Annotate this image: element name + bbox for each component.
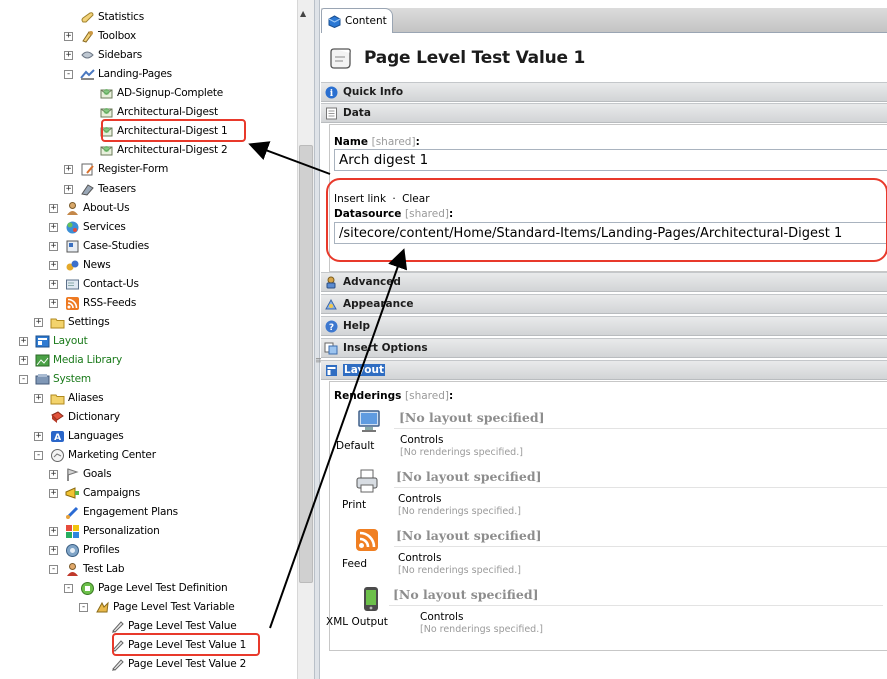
arrow-to-datasource (269, 248, 408, 629)
arrow-to-tree-item (248, 141, 331, 175)
annotation-arrows (248, 141, 408, 629)
